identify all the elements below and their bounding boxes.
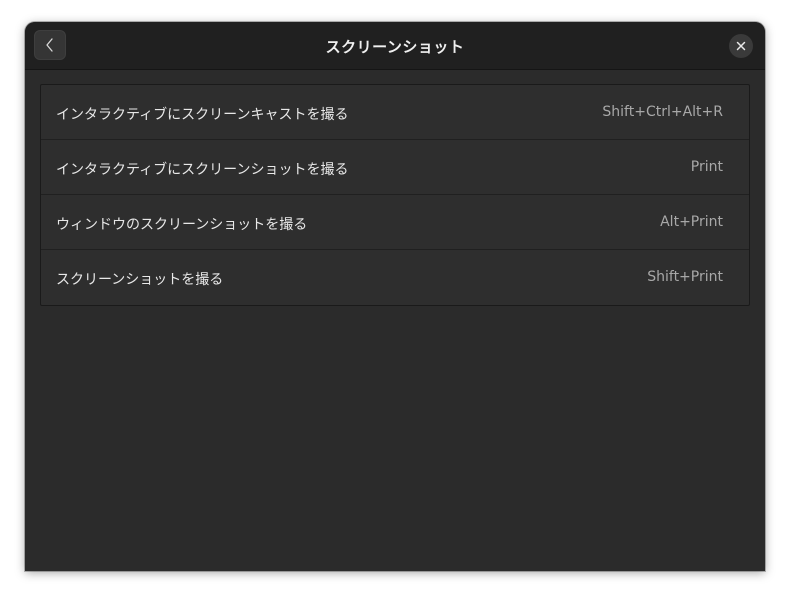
- shortcut-label: インタラクティブにスクリーンショットを撮る: [56, 162, 349, 178]
- shortcut-accelerator: Print: [690, 159, 723, 175]
- shortcut-accelerator: Shift+Print: [647, 269, 723, 285]
- shortcut-label: ウィンドウのスクリーンショットを撮る: [56, 217, 308, 233]
- shortcut-list: インタラクティブにスクリーンキャストを撮る Shift+Ctrl+Alt+R イ…: [40, 84, 750, 306]
- dialog-title: スクリーンショット: [325, 38, 465, 56]
- shortcut-label: スクリーンショットを撮る: [56, 272, 224, 288]
- shortcut-accelerator: Shift+Ctrl+Alt+R: [602, 104, 723, 120]
- shortcuts-dialog: スクリーンショット インタラクティブにスクリーンキャストを撮る Shift+Ct…: [25, 22, 765, 571]
- close-button[interactable]: [729, 34, 753, 58]
- shortcut-row-screenshot[interactable]: スクリーンショットを撮る Shift+Print: [41, 250, 749, 305]
- shortcut-row-screenshot-interactive[interactable]: インタラクティブにスクリーンショットを撮る Print: [41, 140, 749, 195]
- shortcut-row-screencast-interactive[interactable]: インタラクティブにスクリーンキャストを撮る Shift+Ctrl+Alt+R: [41, 85, 749, 140]
- shortcut-row-screenshot-window[interactable]: ウィンドウのスクリーンショットを撮る Alt+Print: [41, 195, 749, 250]
- shortcut-label: インタラクティブにスクリーンキャストを撮る: [56, 107, 349, 123]
- header-bar: スクリーンショット: [25, 22, 765, 70]
- shortcut-accelerator: Alt+Print: [660, 214, 723, 230]
